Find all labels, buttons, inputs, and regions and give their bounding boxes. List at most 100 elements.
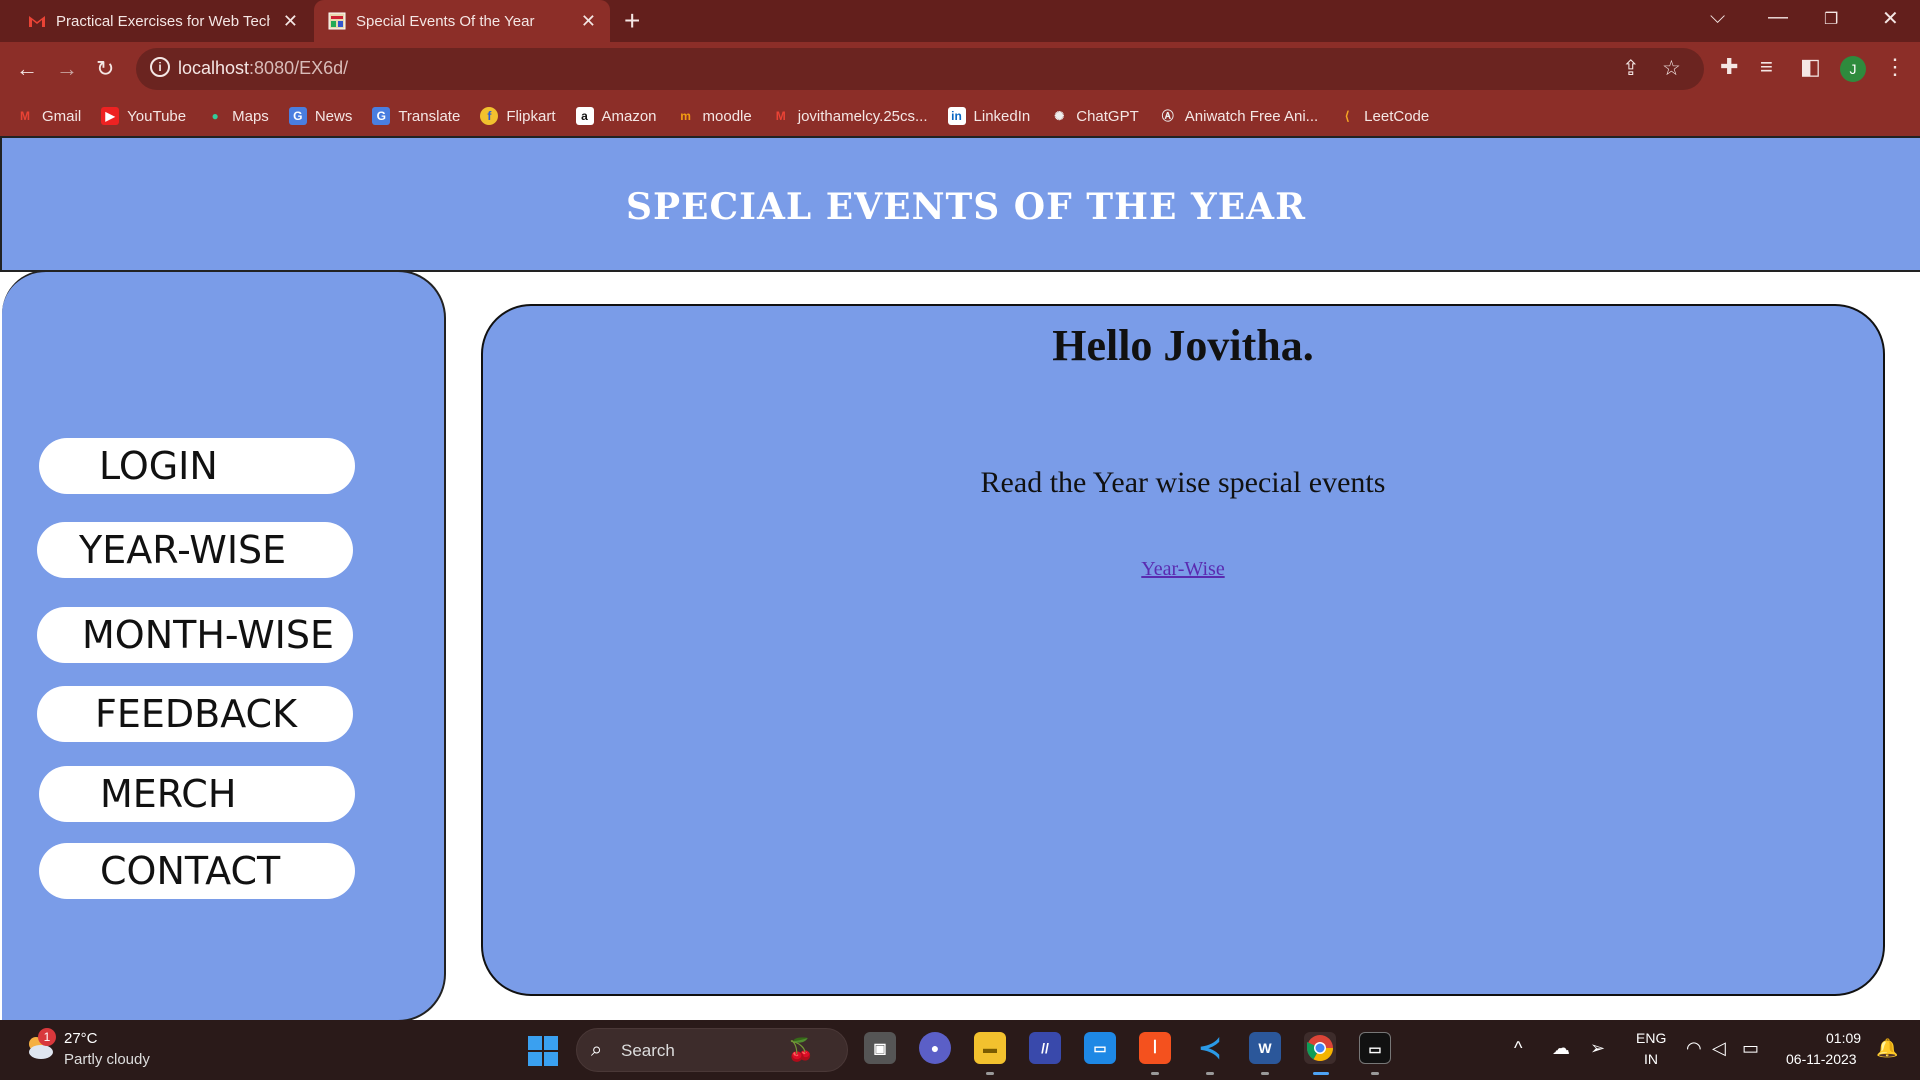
word-icon[interactable]: W bbox=[1249, 1032, 1281, 1064]
running-indicator bbox=[1261, 1072, 1269, 1075]
gmail-icon: M bbox=[20, 109, 30, 123]
gmail-icon: M bbox=[775, 109, 786, 123]
location-icon[interactable]: ➢ bbox=[1590, 1038, 1605, 1059]
nav-contact-button[interactable]: CONTACT bbox=[39, 843, 355, 899]
onedrive-icon[interactable]: ☁ bbox=[1552, 1038, 1570, 1059]
intro-text: Read the Year wise special events bbox=[980, 466, 1386, 499]
search-icon: ⌕ bbox=[591, 1039, 603, 1061]
main-content-panel: Hello Jovitha. Read the Year wise specia… bbox=[481, 304, 1885, 996]
year-wise-link[interactable]: Year-Wise bbox=[1141, 558, 1224, 580]
youtube-icon: ▶ bbox=[101, 107, 120, 125]
url-text[interactable]: localhost:8080/EX6d/ bbox=[178, 58, 348, 79]
translate-icon: G bbox=[372, 107, 391, 125]
nav-month-wise-button[interactable]: MONTH-WISE bbox=[37, 607, 353, 663]
site-info-icon[interactable]: i bbox=[150, 57, 170, 77]
taskbar-search-box[interactable]: ⌕ Search 🍒 bbox=[576, 1028, 848, 1072]
sidebar-nav: LOGIN YEAR-WISE MONTH-WISE FEEDBACK MERC… bbox=[2, 270, 446, 1022]
app-icon[interactable]: // bbox=[1029, 1032, 1061, 1064]
forward-icon[interactable]: → bbox=[56, 56, 78, 82]
weather-condition[interactable]: Partly cloudy bbox=[64, 1051, 150, 1068]
tab-title: Special Events Of the Year bbox=[356, 12, 535, 30]
bookmark-amazon[interactable]: a Amazon bbox=[575, 107, 657, 125]
clock-time[interactable]: 01:09 bbox=[1826, 1030, 1861, 1046]
windows-start-icon[interactable] bbox=[528, 1036, 558, 1066]
site-header: SPECIAL EVENTS OF THE YEAR bbox=[0, 136, 1920, 272]
linkedin-icon: in bbox=[947, 107, 966, 125]
bookmark-flipkart[interactable]: f Flipkart bbox=[480, 107, 556, 125]
tab-close-icon[interactable]: ✕ bbox=[581, 11, 596, 32]
page-title: SPECIAL EVENTS OF THE YEAR bbox=[625, 186, 1307, 228]
notification-bell-icon[interactable]: 🔔 bbox=[1876, 1038, 1898, 1059]
profile-avatar[interactable]: J bbox=[1840, 56, 1866, 82]
tab-practical-exercises[interactable]: Practical Exercises for Web Techr ✕ bbox=[14, 0, 312, 42]
media-control-icon[interactable]: ≡ bbox=[1760, 54, 1773, 80]
restore-icon[interactable]: ❐ bbox=[1824, 9, 1838, 29]
weather-temperature[interactable]: 27°C bbox=[64, 1030, 98, 1047]
bookmark-moodle[interactable]: m moodle bbox=[677, 107, 752, 125]
xampp-icon[interactable]: ꟾ bbox=[1139, 1032, 1171, 1064]
task-view-icon[interactable]: ▣ bbox=[864, 1032, 896, 1064]
wifi-icon[interactable]: ◠ bbox=[1686, 1038, 1702, 1059]
active-indicator bbox=[1313, 1072, 1329, 1075]
address-bar[interactable]: i localhost:8080/EX6d/ ⇪ ☆ bbox=[136, 48, 1704, 90]
menu-kebab-icon[interactable]: ⋮ bbox=[1884, 54, 1906, 80]
bookmark-aniwatch[interactable]: Ⓐ Aniwatch Free Ani... bbox=[1159, 107, 1318, 125]
desktop-app-icon[interactable]: ▭ bbox=[1084, 1032, 1116, 1064]
extensions-icon[interactable]: ✚ bbox=[1720, 54, 1738, 80]
weather-alert-badge: 1 bbox=[38, 1028, 56, 1046]
page-favicon-icon bbox=[328, 12, 346, 30]
aniwatch-icon: Ⓐ bbox=[1161, 109, 1174, 123]
bookmark-linkedin[interactable]: in LinkedIn bbox=[947, 107, 1030, 125]
new-tab-icon[interactable]: + bbox=[624, 5, 640, 37]
bookmark-gmail[interactable]: M Gmail bbox=[16, 107, 81, 125]
teams-chat-icon[interactable]: ● bbox=[919, 1032, 951, 1064]
amazon-icon: a bbox=[575, 107, 594, 125]
greeting-heading: Hello Jovitha. bbox=[1052, 321, 1314, 370]
volume-icon[interactable]: ◁ bbox=[1712, 1038, 1726, 1059]
region-indicator[interactable]: IN bbox=[1644, 1051, 1658, 1067]
terminal-icon[interactable]: ▭ bbox=[1359, 1032, 1391, 1064]
vscode-icon[interactable]: ≺ bbox=[1194, 1032, 1226, 1064]
tab-close-icon[interactable]: ✕ bbox=[283, 11, 298, 32]
search-highlight-icon: 🍒 bbox=[787, 1037, 815, 1062]
chrome-icon[interactable] bbox=[1304, 1032, 1336, 1064]
language-indicator[interactable]: ENG bbox=[1636, 1030, 1666, 1046]
close-window-icon[interactable]: ✕ bbox=[1882, 6, 1899, 31]
nav-login-button[interactable]: LOGIN bbox=[39, 438, 355, 494]
clock-date[interactable]: 06-11-2023 bbox=[1786, 1051, 1857, 1067]
year-wise-link-container: Year-Wise bbox=[483, 558, 1883, 581]
bookmark-gmail-account[interactable]: Mjovithamelcy.25cs... bbox=[772, 107, 928, 125]
minimize-icon[interactable]: — bbox=[1768, 6, 1788, 29]
file-explorer-icon[interactable]: ▬ bbox=[974, 1032, 1006, 1064]
tab-special-events[interactable]: Special Events Of the Year ✕ bbox=[314, 0, 610, 42]
running-indicator bbox=[1151, 1072, 1159, 1075]
bookmark-chatgpt[interactable]: ✺ ChatGPT bbox=[1050, 107, 1139, 125]
bookmark-star-icon[interactable]: ☆ bbox=[1662, 56, 1681, 81]
nav-merch-button[interactable]: MERCH bbox=[39, 766, 355, 822]
bookmark-maps[interactable]: ● Maps bbox=[206, 107, 269, 125]
back-icon[interactable]: ← bbox=[16, 56, 38, 82]
leetcode-icon: ⟨ bbox=[1344, 109, 1350, 123]
tab-title: Practical Exercises for Web Techr bbox=[56, 12, 270, 30]
side-panel-icon[interactable]: ◧ bbox=[1800, 54, 1821, 80]
share-icon[interactable]: ⇪ bbox=[1622, 56, 1640, 81]
flipkart-icon: f bbox=[480, 107, 499, 125]
chatgpt-icon: ✺ bbox=[1054, 109, 1065, 123]
running-indicator bbox=[986, 1072, 994, 1075]
maps-pin-icon: ● bbox=[211, 109, 219, 123]
browser-tab-bar: Practical Exercises for Web Techr ✕ Spec… bbox=[0, 0, 1920, 42]
search-label: Search bbox=[621, 1041, 675, 1060]
show-hidden-icons-chevron-icon[interactable]: ^ bbox=[1514, 1038, 1522, 1059]
tab-search-chevron-icon[interactable]: ⌵ bbox=[1710, 6, 1725, 29]
gmail-favicon-icon bbox=[29, 16, 45, 27]
bookmark-leetcode[interactable]: ⟨ LeetCode bbox=[1338, 107, 1429, 125]
nav-feedback-button[interactable]: FEEDBACK bbox=[37, 686, 353, 742]
bookmark-news[interactable]: G News bbox=[288, 107, 352, 125]
windows-taskbar: 1 27°C Partly cloudy ⌕ Search 🍒 ▣ ● ▬ //… bbox=[0, 1020, 1920, 1080]
battery-icon[interactable]: ▭ bbox=[1742, 1038, 1759, 1059]
nav-year-wise-button[interactable]: YEAR-WISE bbox=[37, 522, 353, 578]
bookmark-youtube[interactable]: ▶ YouTube bbox=[101, 107, 186, 125]
browser-toolbar: ← → ↻ i localhost:8080/EX6d/ ⇪ ☆ ✚ ≡ ◧ J… bbox=[0, 42, 1920, 96]
bookmark-translate[interactable]: G Translate bbox=[372, 107, 460, 125]
reload-icon[interactable]: ↻ bbox=[96, 56, 114, 82]
